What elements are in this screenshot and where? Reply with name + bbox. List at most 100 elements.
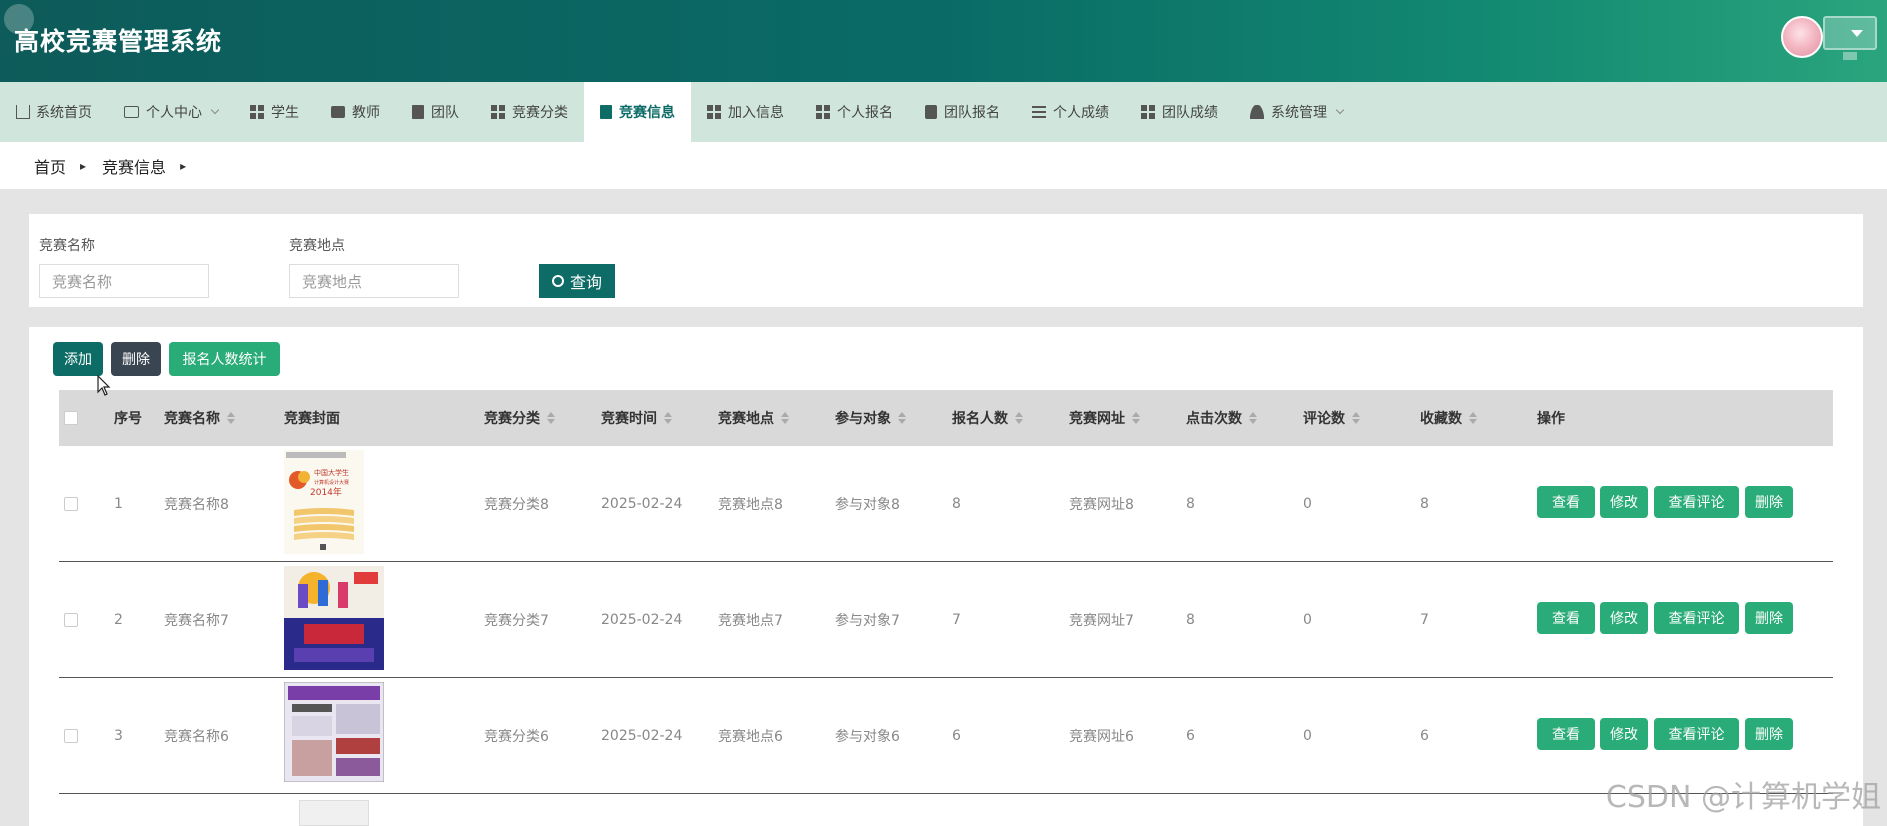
row-checkbox[interactable]: [64, 562, 78, 678]
location-field-label: 竞赛地点: [289, 238, 345, 254]
nav-label: 竞赛信息: [619, 105, 675, 121]
sort-icon[interactable]: [1352, 412, 1360, 424]
nav-item-students[interactable]: 学生: [234, 82, 315, 142]
nav-label: 教师: [352, 105, 380, 121]
header-index: 序号: [114, 411, 142, 427]
wallet-icon: [124, 106, 139, 118]
header-name[interactable]: 竞赛名称: [164, 390, 235, 446]
cover-image-poster-3: [283, 681, 385, 783]
sort-icon[interactable]: [781, 412, 789, 424]
cell-index: 1: [114, 496, 123, 512]
cell-audience: 参与对象7: [835, 613, 900, 629]
monitor-dropdown-icon[interactable]: [1823, 16, 1877, 60]
nav-item-personal-scores[interactable]: 个人成绩: [1016, 82, 1125, 142]
cell-index: 2: [114, 612, 123, 628]
grid-icon: [1141, 105, 1155, 119]
sort-icon[interactable]: [898, 412, 906, 424]
view-comments-button[interactable]: 查看评论: [1654, 718, 1739, 750]
table-panel: 添加 删除 报名人数统计 序号 竞赛名称 竞赛封面 竞赛分类 竞赛时间 竞赛地点…: [29, 327, 1863, 826]
cell-location: 竞赛地点7: [718, 613, 783, 629]
view-comments-button[interactable]: 查看评论: [1654, 602, 1739, 634]
cell-favorites: 8: [1420, 496, 1429, 512]
view-button[interactable]: 查看: [1537, 602, 1595, 634]
nav-item-competition-category[interactable]: 竞赛分类: [475, 82, 584, 142]
nav-label: 加入信息: [728, 105, 784, 121]
header-signups[interactable]: 报名人数: [952, 390, 1023, 446]
delete-button[interactable]: 删除: [111, 342, 161, 376]
competition-name-input[interactable]: 竞赛名称: [39, 264, 209, 298]
edit-button[interactable]: 修改: [1600, 486, 1648, 518]
view-comments-button[interactable]: 查看评论: [1654, 486, 1739, 518]
cell-index: 3: [114, 728, 123, 744]
name-field-label: 竞赛名称: [39, 238, 95, 254]
nav-item-system-management[interactable]: 系统管理: [1234, 82, 1359, 142]
signup-stats-button[interactable]: 报名人数统计: [169, 342, 280, 376]
header-favorites[interactable]: 收藏数: [1420, 390, 1477, 446]
competition-location-input[interactable]: 竞赛地点: [289, 264, 459, 298]
edit-button[interactable]: 修改: [1600, 718, 1648, 750]
sort-icon[interactable]: [1015, 412, 1023, 424]
query-button-label: 查询: [569, 273, 602, 292]
nav-item-teams[interactable]: 团队: [396, 82, 475, 142]
nav-item-personal-center[interactable]: 个人中心: [108, 82, 234, 142]
edit-button[interactable]: 修改: [1600, 602, 1648, 634]
cell-clicks: 8: [1186, 612, 1195, 628]
add-button[interactable]: 添加: [53, 342, 103, 376]
cell-category: 竞赛分类6: [484, 729, 549, 745]
nav-item-personal-signup[interactable]: 个人报名: [800, 82, 909, 142]
cell-comments: 0: [1303, 612, 1312, 628]
view-button[interactable]: 查看: [1537, 486, 1595, 518]
cell-location: 竞赛地点8: [718, 497, 783, 513]
search-icon: [551, 275, 564, 287]
header-url[interactable]: 竞赛网址: [1069, 390, 1140, 446]
header-clicks[interactable]: 点击次数: [1186, 390, 1257, 446]
header-comments[interactable]: 评论数: [1303, 390, 1360, 446]
sort-icon[interactable]: [664, 412, 672, 424]
nav-item-team-signup[interactable]: 团队报名: [909, 82, 1016, 142]
cell-time: 2025-02-24: [601, 496, 683, 512]
header-location[interactable]: 竞赛地点: [718, 390, 789, 446]
sort-icon[interactable]: [547, 412, 555, 424]
user-avatar[interactable]: [1781, 16, 1823, 58]
chevron-down-icon: [210, 105, 220, 115]
select-all-checkbox[interactable]: [64, 390, 78, 446]
nav-label: 个人成绩: [1053, 105, 1109, 121]
query-button[interactable]: 查询: [539, 264, 615, 298]
sort-icon[interactable]: [227, 412, 235, 424]
delete-row-button[interactable]: 删除: [1745, 486, 1793, 518]
delete-row-button[interactable]: 删除: [1745, 602, 1793, 634]
nav-label: 系统管理: [1271, 105, 1327, 121]
table-header: 序号 竞赛名称 竞赛封面 竞赛分类 竞赛时间 竞赛地点 参与对象 报名人数 竞赛…: [59, 390, 1833, 446]
sort-icon[interactable]: [1132, 412, 1140, 424]
breadcrumb-home[interactable]: 首页: [34, 154, 66, 178]
header-location-label: 竞赛地点: [718, 411, 774, 427]
app-title: 高校竞赛管理系统: [14, 27, 223, 56]
nav-label: 学生: [271, 105, 299, 121]
sort-icon[interactable]: [1469, 412, 1477, 424]
cell-location: 竞赛地点6: [718, 729, 783, 745]
book-icon: [600, 105, 612, 119]
cell-time: 2025-02-24: [601, 728, 683, 744]
delete-row-button[interactable]: 删除: [1745, 718, 1793, 750]
nav-item-join-info[interactable]: 加入信息: [691, 82, 800, 142]
nav-label: 个人中心: [146, 105, 202, 121]
header-signups-label: 报名人数: [952, 411, 1008, 427]
row-checkbox[interactable]: [64, 678, 78, 794]
header-time[interactable]: 竞赛时间: [601, 390, 672, 446]
header-category[interactable]: 竞赛分类: [484, 390, 555, 446]
sort-icon[interactable]: [1249, 412, 1257, 424]
nav-label: 个人报名: [837, 105, 893, 121]
header-url-label: 竞赛网址: [1069, 411, 1125, 427]
watermark: CSDN @计算机学姐: [1605, 780, 1881, 815]
nav-item-teachers[interactable]: 教师: [315, 82, 396, 142]
nav-item-team-scores[interactable]: 团队成绩: [1125, 82, 1234, 142]
cell-time: 2025-02-24: [601, 612, 683, 628]
view-button[interactable]: 查看: [1537, 718, 1595, 750]
nav-item-home[interactable]: 系统首页: [0, 82, 108, 142]
header-audience[interactable]: 参与对象: [835, 390, 906, 446]
row-checkbox[interactable]: [64, 446, 78, 562]
grid-icon: [250, 105, 264, 119]
nav-item-competition-info[interactable]: 竞赛信息: [584, 82, 691, 142]
header-comments-label: 评论数: [1303, 411, 1345, 427]
cell-url: 竞赛网址8: [1069, 497, 1134, 513]
